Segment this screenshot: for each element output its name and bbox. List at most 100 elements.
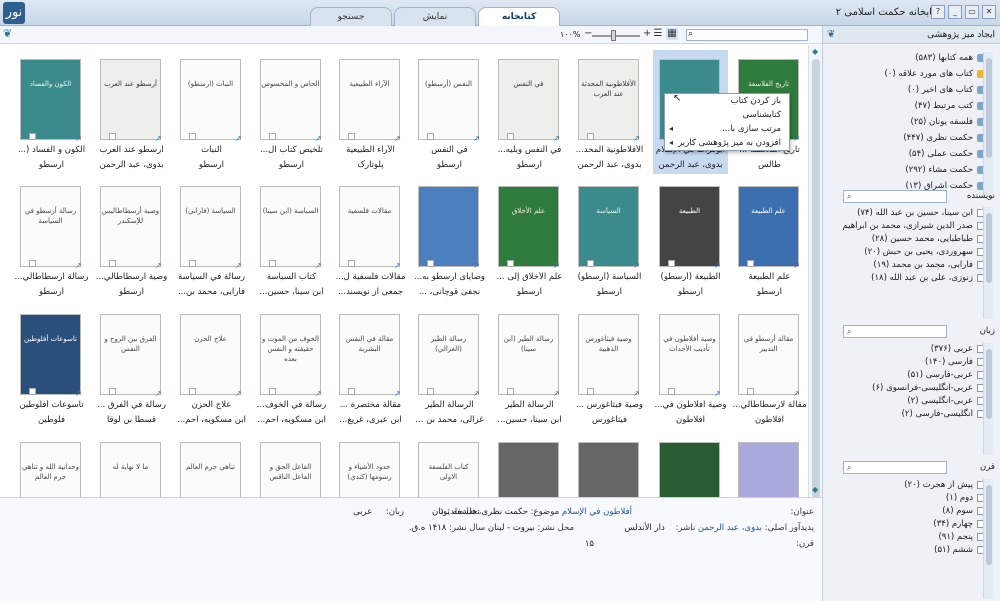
search-icon[interactable]: ⌕: [688, 29, 693, 39]
book-item[interactable]: الحاس و المحسوس ↗ تلخيص كتاب ال... ارسطو: [254, 50, 329, 174]
book-item[interactable]: تناهي جرم العالم↗: [174, 433, 249, 497]
favorite-checkbox[interactable]: [109, 133, 116, 140]
favorite-checkbox[interactable]: [29, 133, 36, 140]
book-cover[interactable]: النبات (ارسطو): [180, 59, 241, 140]
book-cover[interactable]: الخوف من الموت و حقيقته و النفس بعده: [260, 314, 321, 395]
book-item[interactable]: الخوف من الموت و حقيقته و النفس بعده ↗ رسا…: [254, 305, 329, 429]
category-item[interactable]: فلسفه یونان (۲۵): [823, 116, 991, 132]
book-item[interactable]: الآراء الطبيعية ↗ الآراء الطبيعية پلوتارک: [333, 50, 408, 174]
favorite-checkbox[interactable]: [189, 388, 196, 395]
book-title[interactable]: وصية ارسطاطالي...: [94, 272, 169, 282]
search-icon[interactable]: ⌕: [847, 192, 851, 202]
book-cover[interactable]: علاج الحزن: [180, 314, 241, 395]
book-cover[interactable]: الحاس و المحسوس: [260, 59, 321, 140]
century-filter-item[interactable]: سوم (۸): [823, 505, 991, 518]
book-cover[interactable]: علم الأخلاق: [498, 186, 559, 267]
detail-title-value[interactable]: أفلاطون في الإسلام: [562, 507, 632, 517]
book-item[interactable]: مقالة في النفس البشرية ↗ مقالة مختصرة ... ا…: [333, 305, 408, 429]
book-item[interactable]: الكون والفساد ↗ الكون و الفساد (... ارسطو: [14, 50, 89, 174]
tab-display[interactable]: نمایش: [394, 7, 476, 26]
book-title[interactable]: رسالة في الخوف...: [254, 400, 329, 410]
book-cover[interactable]: وحدانية الله و تناهي جرم العالم: [20, 442, 81, 497]
menu-sort-by[interactable]: مرتب سازی با...: [665, 122, 789, 136]
book-item[interactable]: مقالة أرسطو في التدبير ↗ مقالة لارسطاطالي.…: [732, 305, 807, 429]
book-item[interactable]: ↗ وصایای ارسطو به... نجفی قوچانی، ...: [412, 177, 487, 301]
author-search-input[interactable]: ⌕: [843, 190, 947, 203]
close-button[interactable]: ✕: [982, 5, 996, 19]
language-filter-item[interactable]: عربی-فارسی (۵۱): [823, 369, 991, 382]
book-item[interactable]: تاسوعات أفلوطين ↗ تاسوعات أفلوطين فلوطين: [14, 305, 89, 429]
book-item[interactable]: السياسة ↗ السياسة (أرسطو) ارسطو: [572, 177, 647, 301]
book-item[interactable]: وصية أرسطاطاليس للإسكندر ↗ وصية ارسطاطالي.…: [94, 177, 169, 301]
category-item[interactable]: حکمت عملی (۵۴): [823, 148, 991, 164]
book-title[interactable]: علم الأخلاق إلى ...: [492, 272, 567, 282]
favorite-checkbox[interactable]: [29, 260, 36, 267]
book-search-input[interactable]: ⌕: [686, 29, 808, 41]
search-icon[interactable]: ⌕: [847, 463, 851, 473]
category-item[interactable]: کتب مرتبط (۴۷): [823, 100, 991, 116]
category-scroll-thumb[interactable]: [986, 58, 992, 158]
favorite-checkbox[interactable]: [587, 260, 594, 267]
book-title[interactable]: الآراء الطبيعية: [333, 145, 408, 155]
scroll-down-icon[interactable]: ◆: [812, 486, 820, 494]
book-title[interactable]: وصایای ارسطو به...: [412, 272, 487, 282]
century-scroll-thumb[interactable]: [986, 485, 992, 565]
book-item[interactable]: كتاب الفلسفة الاولى↗: [412, 433, 487, 497]
book-item[interactable]: السياسة (ابن سينا) ↗ كتاب السياسة ابن سينا،…: [254, 177, 329, 301]
book-title[interactable]: مقالة مختصرة ...: [333, 400, 408, 410]
favorite-checkbox[interactable]: [587, 133, 594, 140]
book-cover[interactable]: حدود الأشياء و رسومها (كندي): [339, 442, 400, 497]
book-cover[interactable]: رسالة الطير (الغزالي): [418, 314, 479, 395]
book-title[interactable]: السياسة (أرسطو): [572, 272, 647, 282]
author-filter-item[interactable]: سهروردی، یحیی بن حبش (۲۰): [823, 246, 991, 259]
book-cover[interactable]: في النفس: [498, 59, 559, 140]
language-filter-item[interactable]: عربی-انگلیسی (۲): [823, 395, 991, 408]
century-filter-item[interactable]: پنجم (۹۱): [823, 531, 991, 544]
author-filter-item[interactable]: فارابی، محمد بن محمد (۱۹): [823, 259, 991, 272]
detail-author-value[interactable]: بدوی، عبد الرحمن: [698, 523, 762, 533]
book-item[interactable]: في النفس ↗ في النفس وبليه... ارسطو: [492, 50, 567, 174]
favorite-checkbox[interactable]: [747, 260, 754, 267]
tab-library[interactable]: کتابخانه: [478, 7, 560, 27]
book-cover[interactable]: [659, 442, 720, 497]
book-title[interactable]: تلخيص كتاب ال...: [254, 145, 329, 155]
book-cover[interactable]: [498, 442, 559, 497]
book-cover[interactable]: [578, 442, 639, 497]
maximize-button[interactable]: ▭: [965, 5, 979, 19]
favorite-checkbox[interactable]: [269, 388, 276, 395]
book-title[interactable]: الرسالة الطير: [412, 400, 487, 410]
book-cover[interactable]: مقالة أرسطو في التدبير: [738, 314, 799, 395]
book-title[interactable]: علم الطبيعة: [732, 272, 807, 282]
book-cover[interactable]: كتاب الفلسفة الاولى: [418, 442, 479, 497]
language-scroll-thumb[interactable]: [986, 349, 992, 419]
favorite-checkbox[interactable]: [269, 133, 276, 140]
book-cover[interactable]: الكون والفساد: [20, 59, 81, 140]
book-cover[interactable]: رسالة أرسطو في السياسة: [20, 186, 81, 267]
book-cover[interactable]: تناهي جرم العالم: [180, 442, 241, 497]
book-item[interactable]: الفرق بين الروح و النفس ↗ رسالة في الفرق .…: [94, 305, 169, 429]
minimize-button[interactable]: _: [948, 5, 962, 19]
book-item[interactable]: ↗: [653, 433, 728, 497]
book-title[interactable]: مقالات فلسفية ل...: [333, 272, 408, 282]
book-item[interactable]: الفاعل الحق و الفاعل الناقص↗: [254, 433, 329, 497]
book-item[interactable]: السياسة (فارابي) ↗ رسالة في السياسة فارابی،…: [174, 177, 249, 301]
zoom-slider-handle[interactable]: [611, 30, 616, 41]
book-item[interactable]: النبات (ارسطو) ↗ النبات ارسطو: [174, 50, 249, 174]
book-title[interactable]: في النفس: [412, 145, 487, 155]
book-cover[interactable]: ما لا نهاية له: [100, 442, 161, 497]
book-item[interactable]: ↗: [572, 433, 647, 497]
book-cover[interactable]: النفس (أرسطو): [418, 59, 479, 140]
scroll-up-icon[interactable]: ◆: [812, 48, 820, 56]
favorite-checkbox[interactable]: [507, 133, 514, 140]
century-filter-item[interactable]: ششم (۵۱): [823, 544, 991, 557]
book-item[interactable]: وصية أفلاطون في تأديب الأحداث ↗ وصية افلاط…: [653, 305, 728, 429]
author-filter-item[interactable]: ابن سینا، حسین بن عبد الله (۷۴): [823, 207, 991, 220]
book-cover[interactable]: [738, 442, 799, 497]
book-title[interactable]: النبات: [174, 145, 249, 155]
century-filter-item[interactable]: دوم (۱): [823, 492, 991, 505]
book-title[interactable]: رسالة في الفرق ...: [94, 400, 169, 410]
favorite-checkbox[interactable]: [427, 388, 434, 395]
author-scrollbar[interactable]: [983, 207, 993, 319]
book-title[interactable]: تاسوعات أفلوطين: [14, 400, 89, 410]
book-cover[interactable]: السياسة: [578, 186, 639, 267]
